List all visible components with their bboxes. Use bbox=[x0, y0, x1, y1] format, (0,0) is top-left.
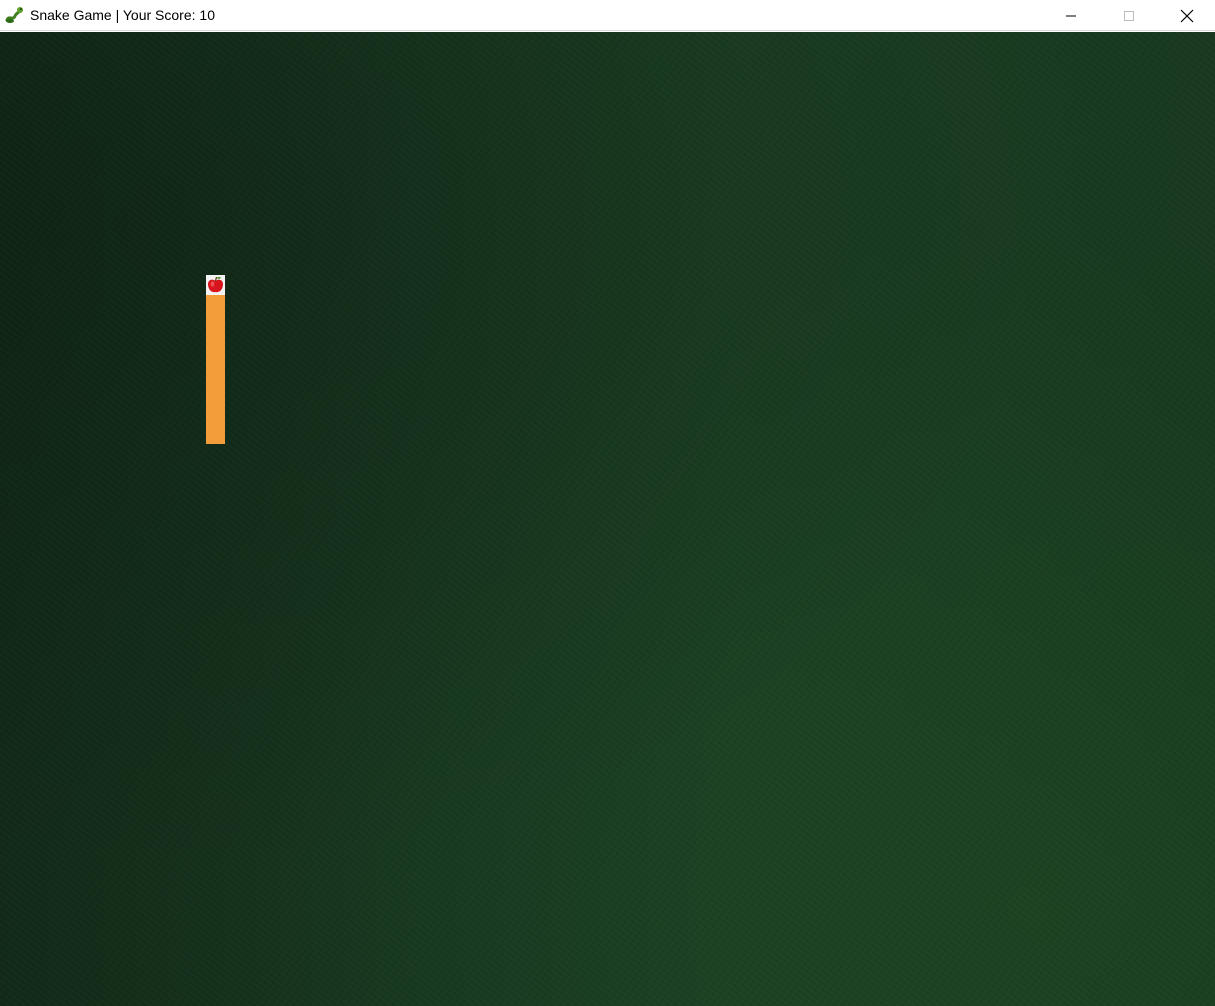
snake-icon bbox=[4, 5, 24, 25]
minimize-icon bbox=[1066, 15, 1076, 16]
close-icon bbox=[1180, 9, 1194, 22]
game-board[interactable] bbox=[0, 32, 1215, 1006]
apple-icon bbox=[207, 276, 224, 293]
apple-food bbox=[206, 275, 225, 295]
close-button[interactable] bbox=[1164, 0, 1210, 31]
window-title: Snake Game | Your Score: 10 bbox=[30, 7, 215, 23]
title-bar[interactable]: Snake Game | Your Score: 10 bbox=[0, 0, 1215, 31]
game-window: Snake Game | Your Score: 10 bbox=[0, 0, 1215, 1006]
minimize-button[interactable] bbox=[1048, 0, 1094, 31]
maximize-icon bbox=[1124, 10, 1134, 21]
snake bbox=[206, 295, 225, 444]
maximize-button[interactable] bbox=[1106, 0, 1152, 31]
board-texture bbox=[0, 32, 1215, 1006]
